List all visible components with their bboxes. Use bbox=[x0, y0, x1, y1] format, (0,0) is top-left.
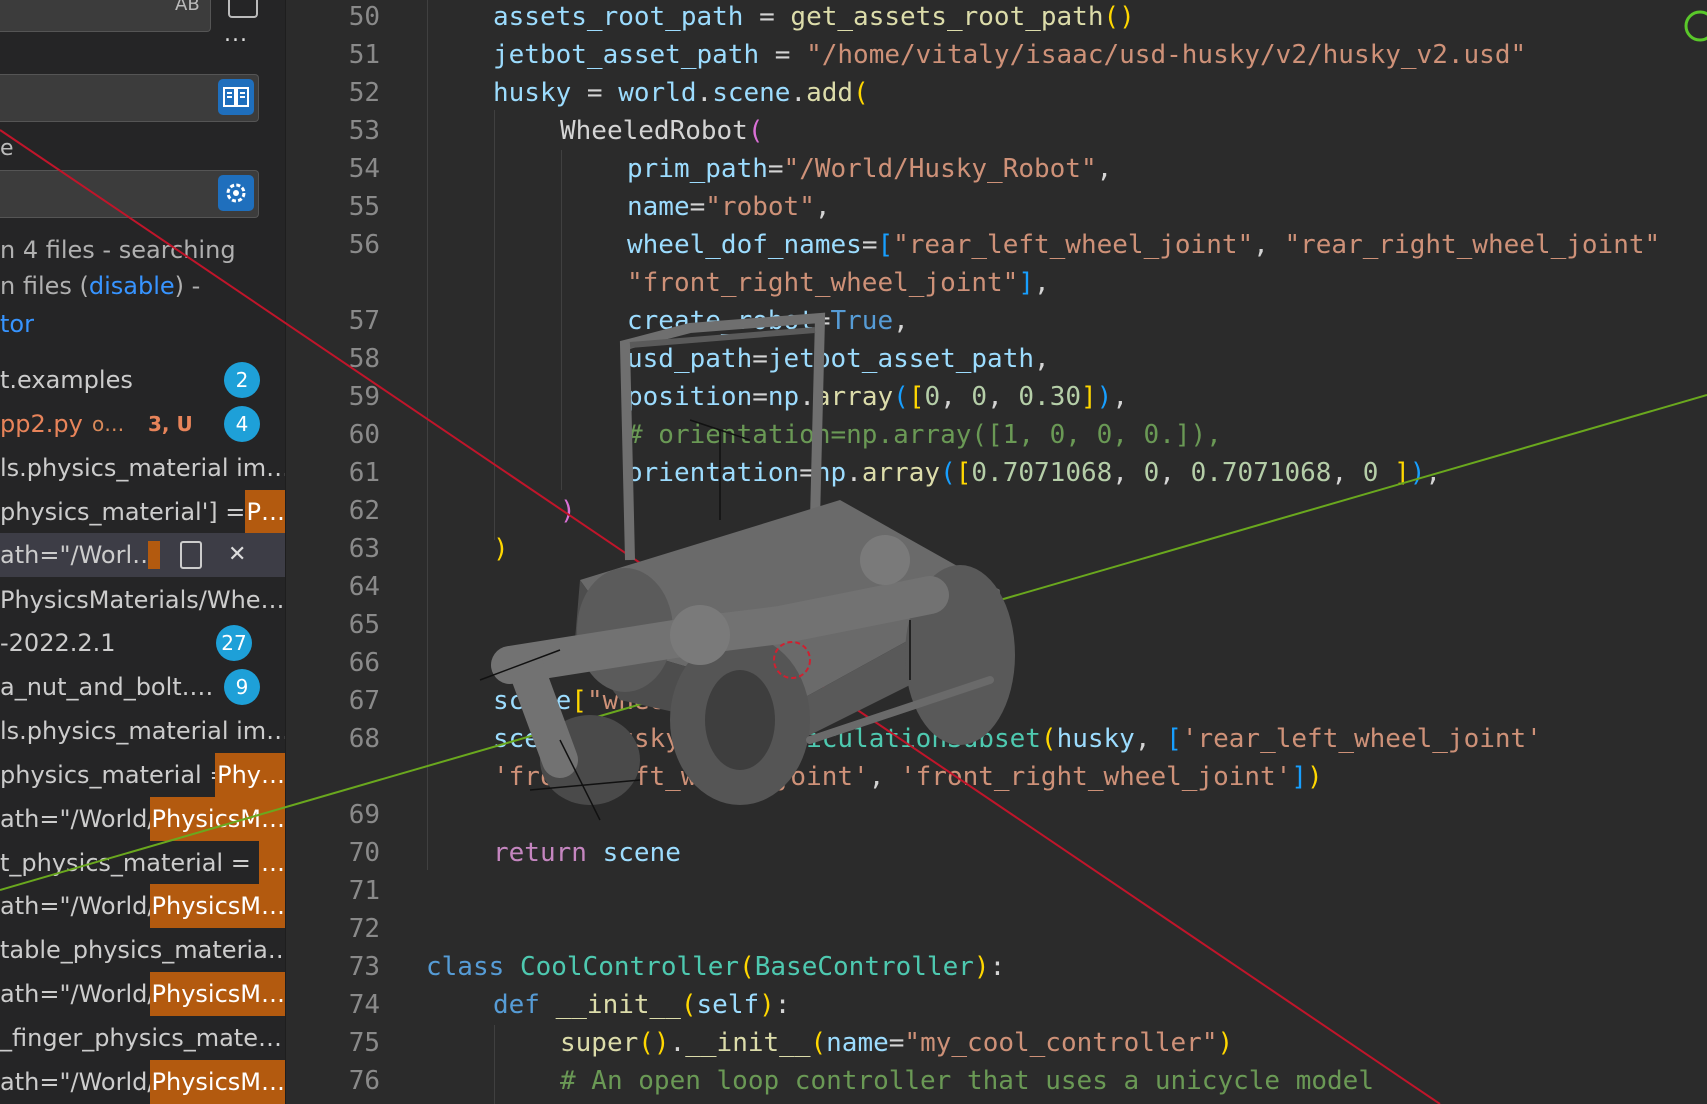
viewport-indicator-icon bbox=[1684, 10, 1707, 42]
viewport-overlay bbox=[0, 10, 1707, 1104]
husky-robot-model bbox=[479, 312, 1015, 821]
